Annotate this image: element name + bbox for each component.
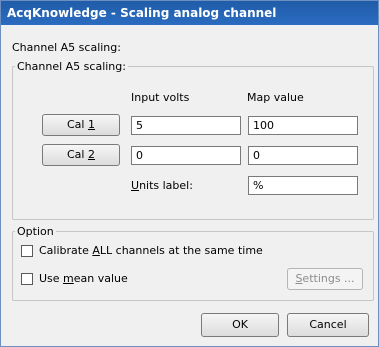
cal-2-button[interactable]: Cal 2 xyxy=(42,144,120,166)
title-bar: AcqKnowledge - Scaling analog channel xyxy=(1,1,378,25)
cal-1-button-label: Cal xyxy=(67,118,88,131)
use-mean-value-label[interactable]: Use mean value xyxy=(39,272,128,285)
calibrate-all-label[interactable]: Calibrate ALL channels at the same time xyxy=(39,244,263,257)
map-value-header: Map value xyxy=(247,91,304,104)
channel-scaling-label: Channel A5 scaling: xyxy=(12,41,121,54)
cal-1-button-mnemonic: 1 xyxy=(87,118,95,131)
use-mean-mnemonic: m xyxy=(63,272,74,285)
calibrate-all-label-start: Calibrate xyxy=(39,244,93,257)
input-volts-header: Input volts xyxy=(131,91,190,104)
cal-1-input-volts-field[interactable]: 5 xyxy=(131,116,241,135)
cancel-button[interactable]: Cancel xyxy=(287,313,369,337)
scaling-group-legend: Channel A5 scaling: xyxy=(15,60,128,73)
cal-2-input-volts-field[interactable]: 0 xyxy=(131,146,241,165)
window-title: AcqKnowledge - Scaling analog channel xyxy=(7,6,277,20)
units-label-field[interactable]: % xyxy=(248,176,358,195)
ok-button[interactable]: OK xyxy=(201,313,279,337)
calibrate-all-checkbox[interactable] xyxy=(21,245,33,257)
option-group-legend: Option xyxy=(15,225,56,238)
units-label-text: nits label: xyxy=(139,179,193,192)
calibrate-all-label-end: LL channels at the same time xyxy=(99,244,263,257)
calibrate-all-mnemonic: A xyxy=(92,244,100,257)
use-mean-label-end: ean value xyxy=(73,272,128,285)
units-label-mnemonic: U xyxy=(131,179,140,192)
cal-2-button-mnemonic: 2 xyxy=(87,148,95,161)
scaling-dialog: AcqKnowledge - Scaling analog channel Ch… xyxy=(0,0,379,347)
scaling-group xyxy=(12,66,374,220)
dialog-client: Channel A5 scaling: Channel A5 scaling: … xyxy=(3,26,375,344)
use-mean-label-start: Use xyxy=(39,272,64,285)
option-group xyxy=(12,231,374,301)
cal-1-map-value-field[interactable]: 100 xyxy=(248,116,358,135)
use-mean-value-checkbox[interactable] xyxy=(21,273,33,285)
units-label: Units label: xyxy=(131,179,193,192)
settings-button-label: ettings ... xyxy=(302,272,355,285)
cal-2-map-value-field[interactable]: 0 xyxy=(248,146,358,165)
cal-2-button-label: Cal xyxy=(67,148,88,161)
cal-1-button[interactable]: Cal 1 xyxy=(42,114,120,136)
settings-button[interactable]: Settings ... xyxy=(287,268,363,290)
